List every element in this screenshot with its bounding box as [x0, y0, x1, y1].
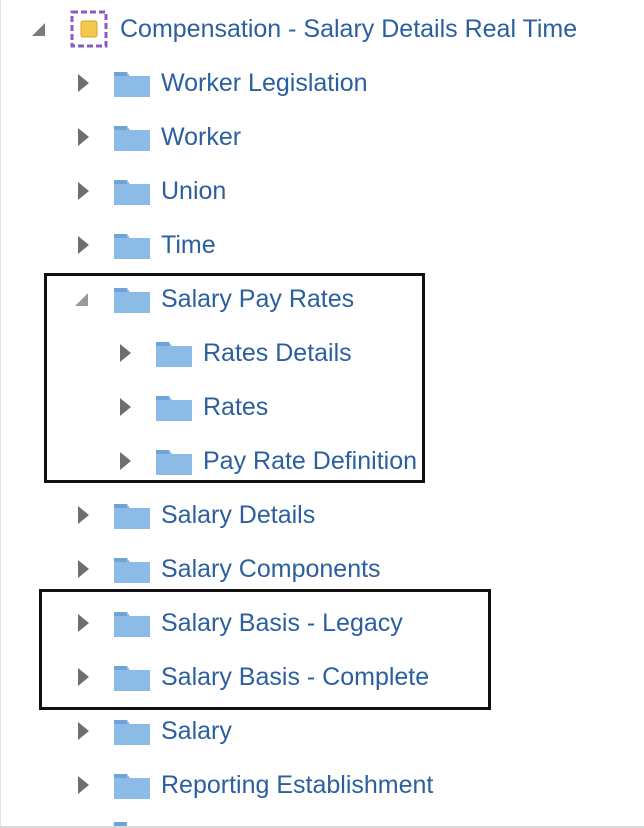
- tree-item-rates[interactable]: Rates: [117, 380, 268, 434]
- expand-toggle-icon[interactable]: [75, 776, 91, 794]
- tree-item-rates-details[interactable]: Rates Details: [117, 326, 352, 380]
- expand-toggle-icon[interactable]: [75, 560, 91, 578]
- tree-left-border: [0, 0, 1, 828]
- folder-tree: Compensation - Salary Details Real Time …: [0, 0, 644, 828]
- tree-item-salary-basis-complete[interactable]: Salary Basis - Complete: [75, 650, 429, 704]
- tree-item-pay-rate-definition[interactable]: Pay Rate Definition: [117, 434, 417, 488]
- folder-icon: [113, 284, 151, 314]
- tree-item-label: Salary Basis - Complete: [161, 663, 430, 691]
- expand-toggle-icon[interactable]: [75, 236, 91, 254]
- tree-item-label: Worker Legislation: [161, 69, 368, 97]
- tree-item-label: Worker: [161, 123, 242, 151]
- folder-icon: [155, 392, 193, 422]
- folder-icon: [113, 554, 151, 584]
- tree-item-salary[interactable]: Salary: [75, 704, 232, 758]
- tree-item-label: Time: [161, 231, 216, 259]
- tree-item-worker[interactable]: Worker: [75, 110, 241, 164]
- folder-icon: [113, 500, 151, 530]
- tree-item-reporting-establishment[interactable]: Reporting Establishment: [75, 758, 433, 812]
- tree-item-label: Pay Rate Definition: [203, 447, 418, 475]
- tree-item-label: Union: [161, 177, 227, 205]
- subject-area-icon: [70, 10, 108, 48]
- tree-item-salary-basis-legacy[interactable]: Salary Basis - Legacy: [75, 596, 403, 650]
- folder-icon: [113, 176, 151, 206]
- tree-item-label: Reporting Establishment: [161, 771, 434, 799]
- expand-toggle-icon[interactable]: [117, 344, 133, 362]
- tree-item-salary-components[interactable]: Salary Components: [75, 542, 381, 596]
- expand-toggle-icon[interactable]: [75, 182, 91, 200]
- expand-toggle-icon[interactable]: [75, 614, 91, 632]
- folder-icon: [113, 662, 151, 692]
- expand-toggle-icon[interactable]: [75, 668, 91, 686]
- folder-icon: [113, 716, 151, 746]
- expand-toggle-icon[interactable]: [75, 722, 91, 740]
- tree-item-label: Rates Details: [203, 339, 352, 367]
- tree-item-worker-legislation[interactable]: Worker Legislation: [75, 56, 368, 110]
- tree-item-label: Salary Basis - Legacy: [161, 609, 403, 637]
- folder-icon: [113, 122, 151, 152]
- tree-root-label: Compensation - Salary Details Real Time: [120, 15, 578, 43]
- folder-icon: [113, 770, 151, 800]
- tree-item-salary-pay-rates[interactable]: Salary Pay Rates: [73, 272, 354, 326]
- expand-toggle-icon[interactable]: [75, 506, 91, 524]
- folder-icon: [113, 68, 151, 98]
- expand-toggle-icon[interactable]: [117, 452, 133, 470]
- folder-icon: [155, 338, 193, 368]
- tree-item-label: Salary Components: [161, 555, 381, 583]
- collapse-toggle-icon[interactable]: [73, 291, 89, 307]
- tree-item-label: Rates: [203, 393, 269, 421]
- folder-icon: [113, 230, 151, 260]
- tree-item-salary-details[interactable]: Salary Details: [75, 488, 315, 542]
- tree-root-node[interactable]: Compensation - Salary Details Real Time: [30, 2, 577, 56]
- folder-icon: [155, 446, 193, 476]
- tree-item-union[interactable]: Union: [75, 164, 226, 218]
- folder-icon: [113, 608, 151, 638]
- expand-toggle-icon[interactable]: [117, 398, 133, 416]
- tree-item-label: Salary Details: [161, 501, 316, 529]
- expand-toggle-icon[interactable]: [75, 74, 91, 92]
- collapse-toggle-icon[interactable]: [30, 21, 46, 37]
- tree-item-label: Salary Pay Rates: [161, 285, 355, 313]
- tree-item-time[interactable]: Time: [75, 218, 216, 272]
- expand-toggle-icon[interactable]: [75, 128, 91, 146]
- tree-item-label: Salary: [161, 717, 232, 745]
